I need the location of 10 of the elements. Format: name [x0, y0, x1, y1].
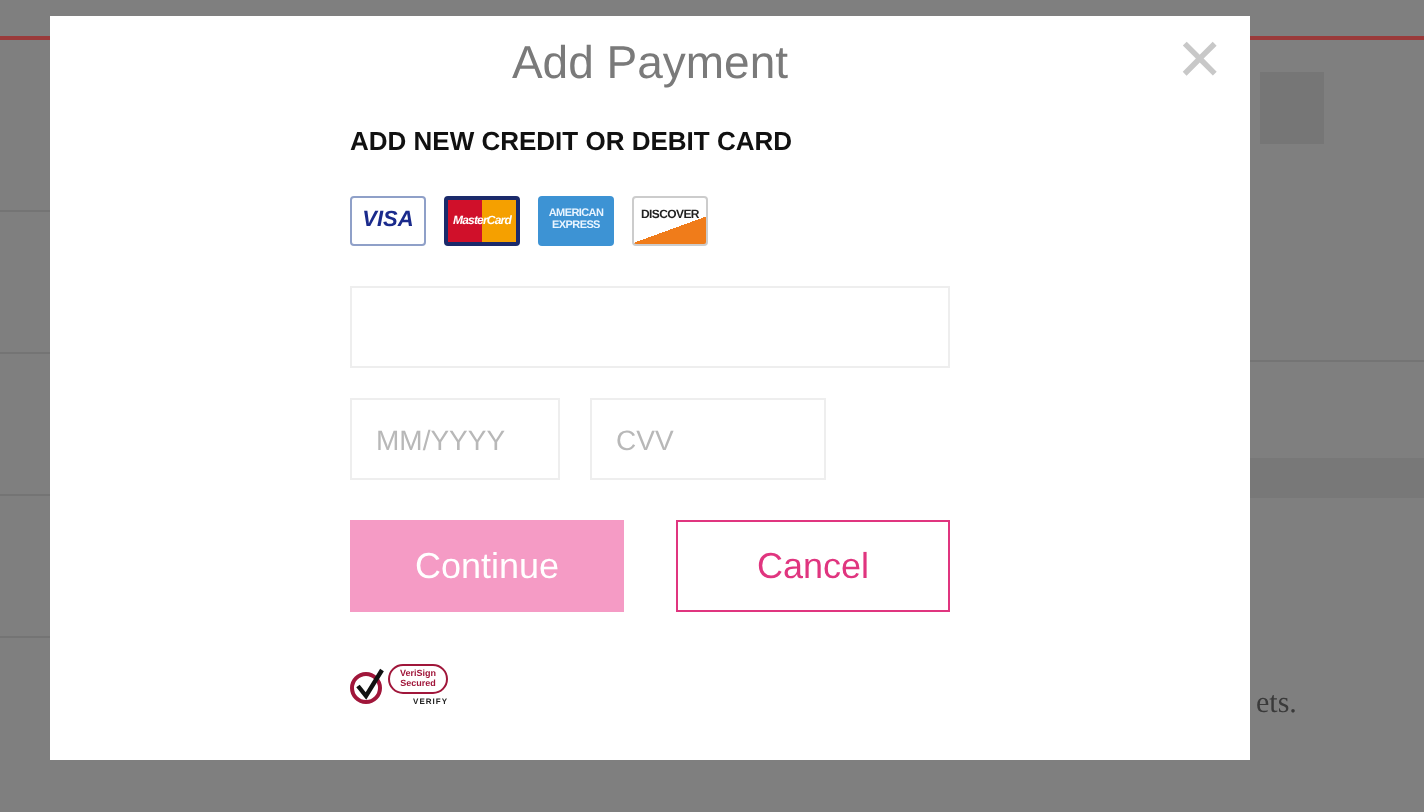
- background-text: ets.: [1256, 688, 1299, 722]
- input-field[interactable]: MM/YYYY: [350, 398, 560, 480]
- section-heading: ADD NEW CREDIT OR DEBIT CARD: [350, 126, 794, 156]
- checkmark-seal-icon: [350, 665, 386, 705]
- input-field[interactable]: CVV: [590, 398, 826, 480]
- cancel-button[interactable]: Cancel: [676, 520, 950, 612]
- close-button[interactable]: ×: [1177, 20, 1222, 100]
- dialog-title: Add Payment: [511, 36, 789, 90]
- continue-button[interactable]: Continue: [350, 520, 624, 612]
- card-logo: VISA: [350, 196, 426, 246]
